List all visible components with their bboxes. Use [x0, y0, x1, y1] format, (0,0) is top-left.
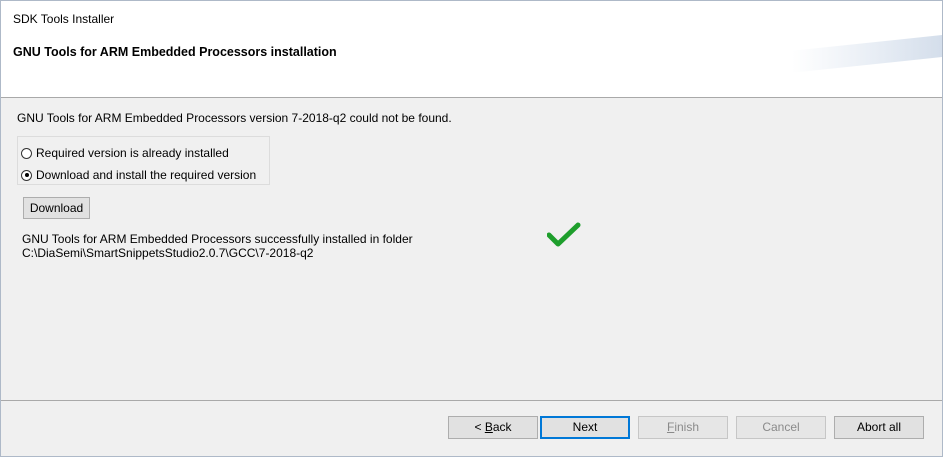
button-bar: < Back Next Finish Cancel Abort all	[1, 400, 942, 456]
page-title: GNU Tools for ARM Embedded Processors in…	[13, 45, 337, 59]
abort-all-button[interactable]: Abort all	[834, 416, 924, 439]
radio-button-checked[interactable]	[21, 169, 32, 181]
cancel-button[interactable]: Cancel	[736, 416, 826, 439]
checkmark-icon	[547, 222, 581, 247]
not-found-message: GNU Tools for ARM Embedded Processors ve…	[17, 111, 452, 125]
content-area: GNU Tools for ARM Embedded Processors ve…	[7, 99, 936, 399]
install-path: C:\DiaSemi\SmartSnippetsStudio2.0.7\GCC\…	[22, 246, 314, 260]
finish-rest: inish	[674, 420, 700, 434]
download-button[interactable]: Download	[23, 197, 90, 219]
back-mnemonic: B	[484, 420, 493, 434]
status-text: GNU Tools for ARM Embedded Processors su…	[22, 232, 413, 246]
radio-download-install[interactable]: Download and install the required versio…	[21, 167, 256, 183]
installer-window: SDK Tools Installer GNU Tools for ARM Em…	[0, 0, 943, 457]
radio-label: Download and install the required versio…	[36, 168, 257, 182]
radio-button-unchecked[interactable]	[21, 147, 32, 159]
back-rest: ack	[492, 420, 512, 434]
window-title: SDK Tools Installer	[13, 12, 115, 26]
radio-already-installed[interactable]: Required version is already installed	[21, 145, 229, 161]
install-option-group: Required version is already installed Do…	[17, 136, 270, 185]
header-banner: GNU Tools for ARM Embedded Processors in…	[1, 31, 942, 98]
banner-decoration	[792, 35, 942, 73]
next-button[interactable]: Next	[540, 416, 630, 439]
title-bar: SDK Tools Installer	[1, 1, 942, 31]
radio-label: Required version is already installed	[36, 146, 229, 160]
back-prefix: <	[474, 420, 485, 434]
install-status: GNU Tools for ARM Embedded Processors su…	[22, 232, 413, 260]
finish-button[interactable]: Finish	[638, 416, 728, 439]
back-button[interactable]: < Back	[448, 416, 538, 439]
